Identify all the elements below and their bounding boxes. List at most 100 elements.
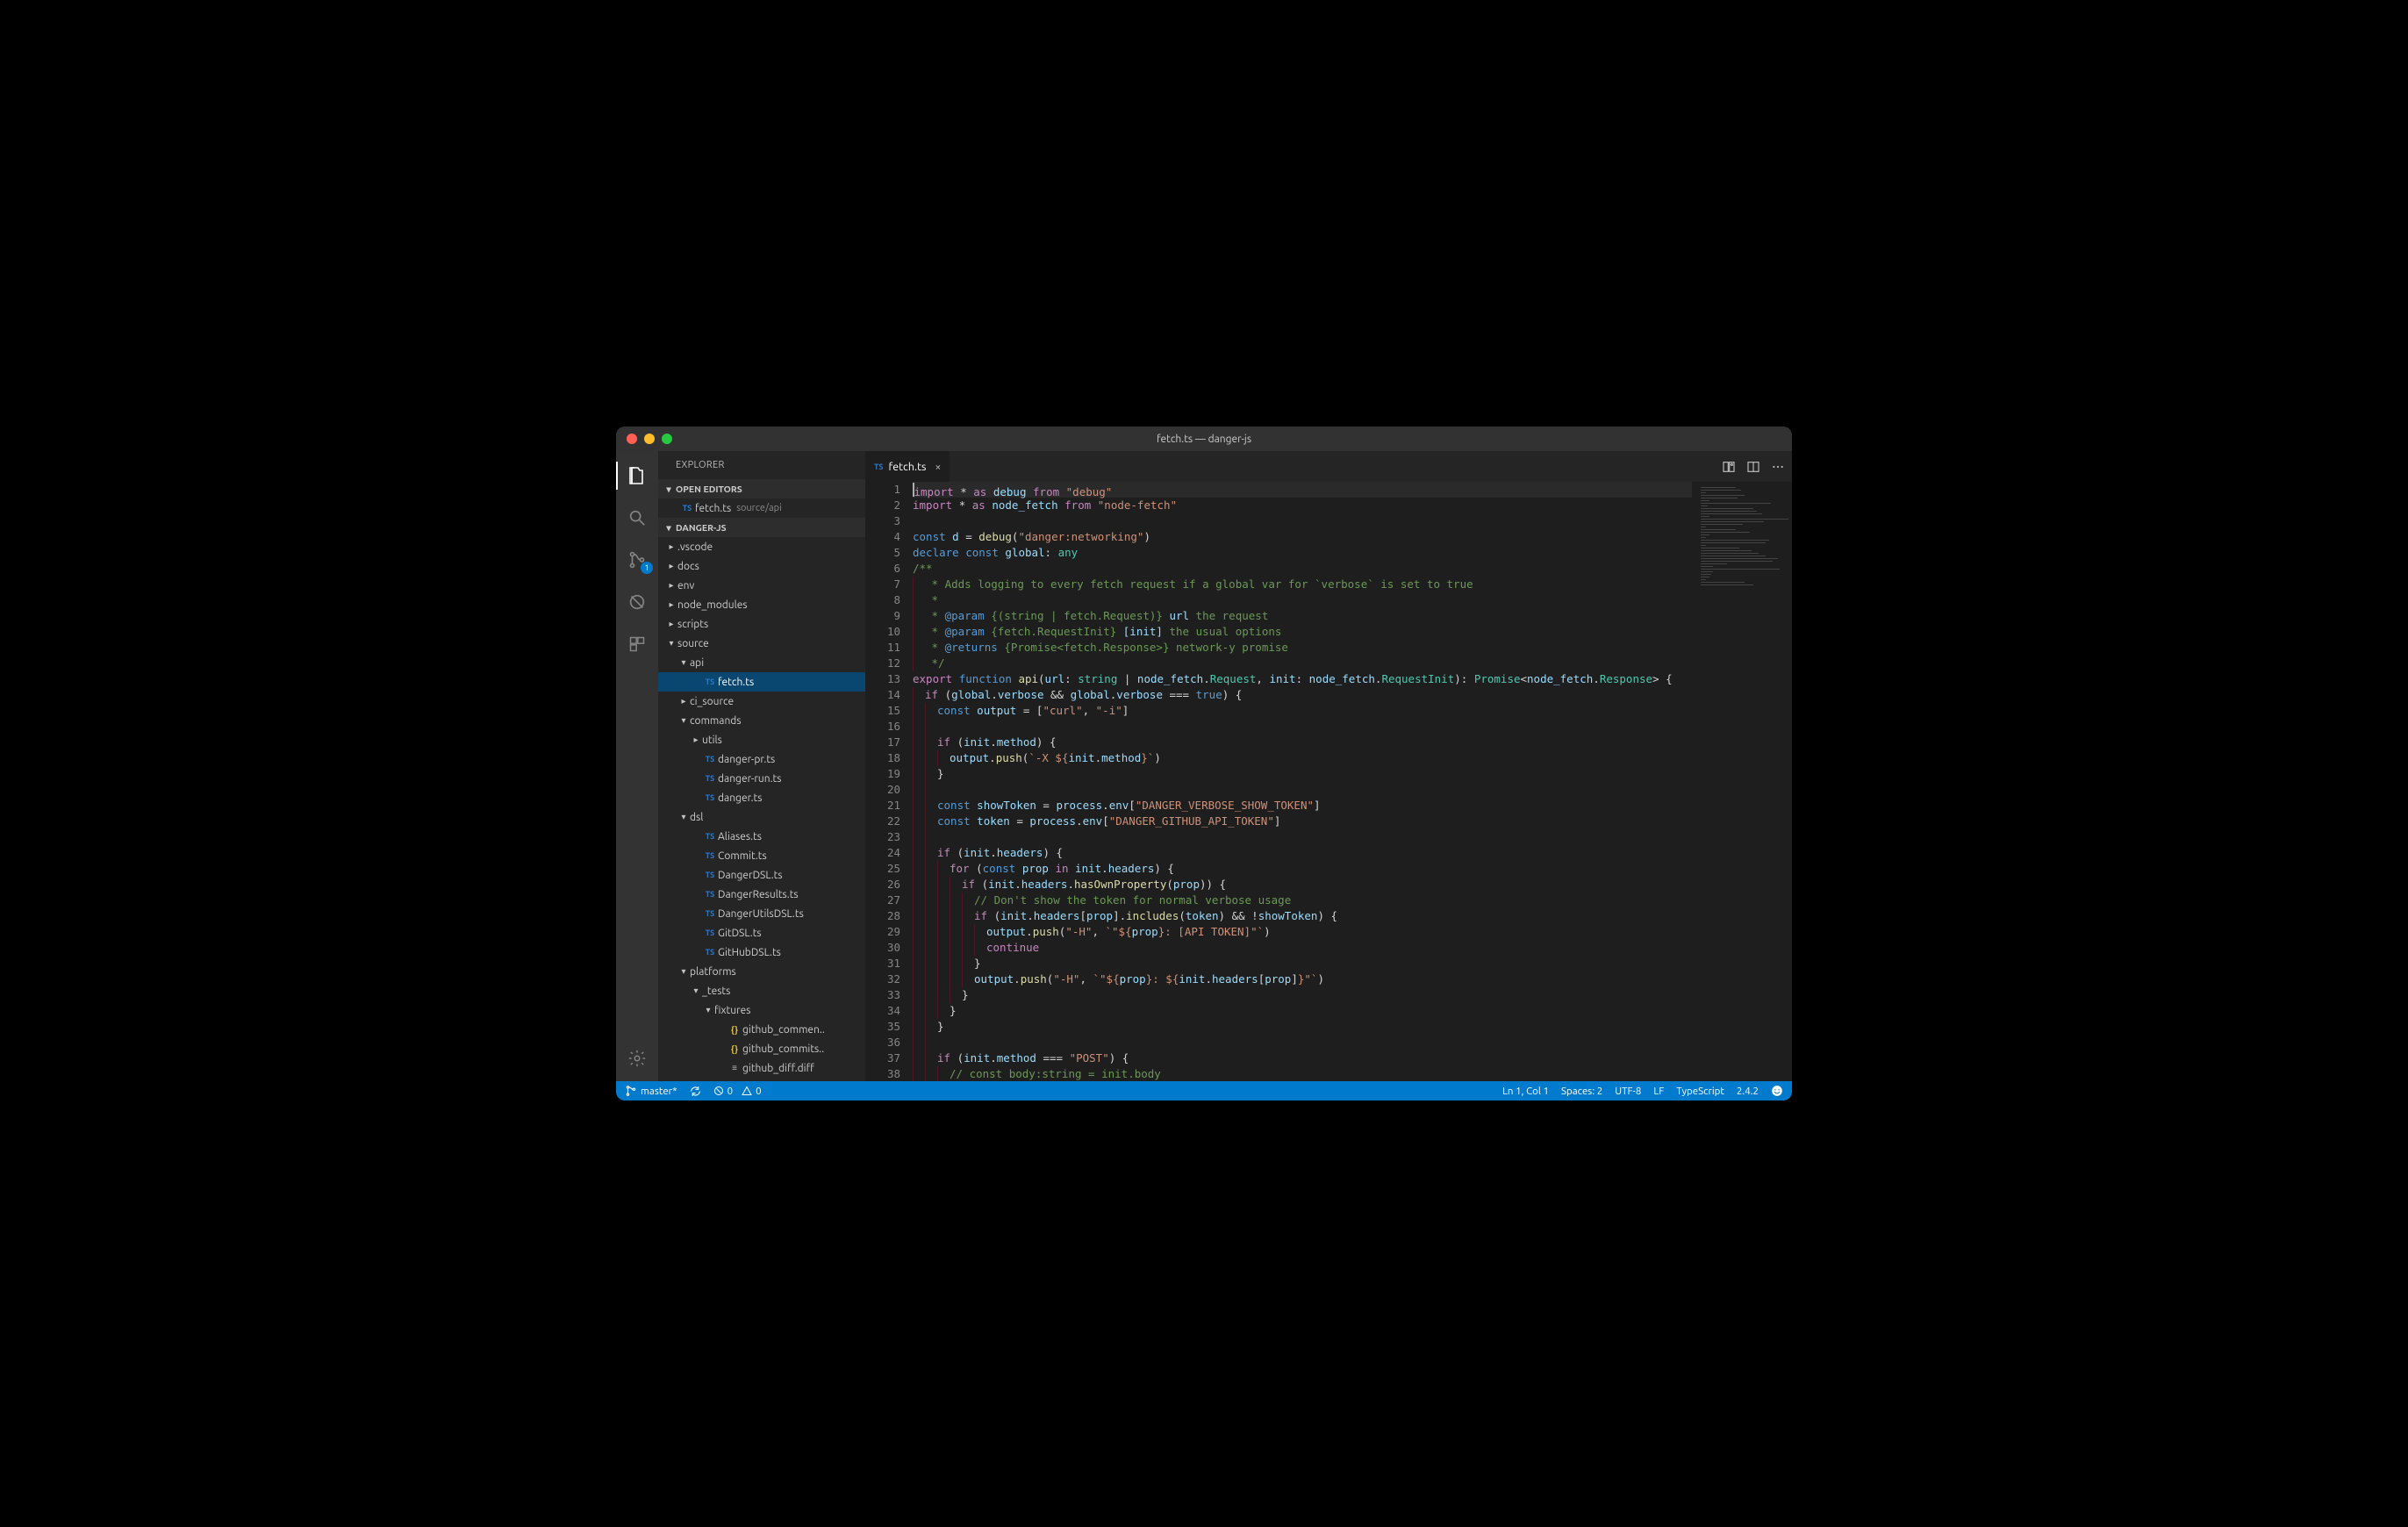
code-editor[interactable]: 1234567891011121314151617181920212223242… [865,482,1695,1081]
file-item[interactable]: TSDangerUtilsDSL.ts [658,904,865,923]
line-number-gutter: 1234567891011121314151617181920212223242… [865,482,913,1081]
chevron-down-icon: ▾ [662,484,676,495]
tree-item-label: github_commen.. [742,1024,825,1036]
file-tree[interactable]: ▸.vscode▸docs▸env▸node_modules▸scripts▾s… [658,537,865,1081]
code-content[interactable]: import * as debug from "debug"import * a… [913,482,1695,1081]
chevron-right-icon: ▸ [665,580,677,591]
file-item[interactable]: TSDangerDSL.ts [658,865,865,885]
encoding-status[interactable]: UTF-8 [1615,1086,1641,1097]
ts-file-icon: TS [702,928,718,937]
language-mode-status[interactable]: TypeScript [1676,1086,1724,1097]
eol-status[interactable]: LF [1653,1086,1664,1097]
tab-bar: TS fetch.ts × [865,451,1792,482]
more-actions-icon[interactable] [1771,460,1785,474]
file-item[interactable]: TSdanger.ts [658,788,865,807]
folder-item[interactable]: ▸.vscode [658,537,865,556]
debug-icon[interactable] [616,584,658,620]
folder-item[interactable]: ▸env [658,576,865,595]
problems-status[interactable]: 0 0 [713,1086,762,1097]
file-item[interactable]: TSGitDSL.ts [658,923,865,943]
file-item[interactable]: TSAliases.ts [658,827,865,846]
close-tab-icon[interactable]: × [935,461,941,473]
folder-item[interactable]: ▾dsl [658,807,865,827]
chevron-right-icon: ▸ [665,541,677,552]
tree-item-label: danger-run.ts [718,773,781,785]
search-icon[interactable] [616,500,658,535]
file-item[interactable]: {}github_commen.. [658,1020,865,1039]
chevron-right-icon: ▸ [690,735,702,745]
folder-item[interactable]: ▸utils [658,730,865,749]
traffic-lights [616,434,672,444]
ts-file-icon: TS [702,909,718,918]
folder-item[interactable]: ▾fixtures [658,1000,865,1020]
tree-item-label: Aliases.ts [718,831,762,842]
maximize-window-button[interactable] [662,434,672,444]
chevron-down-icon: ▾ [677,966,690,977]
chevron-down-icon: ▾ [677,715,690,726]
tree-item-label: api [690,657,704,669]
ts-file-icon: TS [702,755,718,764]
file-path-hint: source/api [736,503,782,513]
sidebar-title: EXPLORER [658,451,865,479]
file-item[interactable]: TSCommit.ts [658,846,865,865]
sync-status[interactable] [690,1086,701,1097]
vscode-window: fetch.ts — danger-js 1 [616,427,1792,1100]
explorer-icon[interactable] [616,458,658,493]
chevron-down-icon: ▾ [665,638,677,649]
file-item[interactable]: TSdanger-pr.ts [658,749,865,769]
typescript-file-icon: TS [874,462,884,471]
folder-item[interactable]: ▾platforms [658,962,865,981]
open-editor-item[interactable]: TSfetch.tssource/api [658,498,865,518]
project-header[interactable]: ▾ DANGER-JS [658,518,865,537]
tree-item-label: commands [690,715,742,727]
tree-item-label: source [677,638,709,649]
tree-item-label: GitDSL.ts [718,928,762,939]
folder-item[interactable]: ▾commands [658,711,865,730]
tree-item-label: danger-pr.ts [718,754,775,765]
file-item[interactable]: TSfetch.ts [658,672,865,692]
minimize-window-button[interactable] [644,434,655,444]
tree-item-label: _tests [702,986,730,997]
settings-gear-icon[interactable] [616,1041,658,1076]
extensions-icon[interactable] [616,627,658,662]
source-control-icon[interactable]: 1 [616,542,658,577]
chevron-right-icon: ▸ [665,561,677,571]
folder-item[interactable]: ▸node_modules [658,595,865,614]
open-editors-header[interactable]: ▾ OPEN EDITORS [658,479,865,498]
close-window-button[interactable] [627,434,637,444]
folder-item[interactable]: ▸scripts [658,614,865,634]
status-bar: master* 0 0 Ln 1, Col 1 Spaces: 2 UTF-8 … [616,1081,1792,1100]
activity-bar: 1 [616,451,658,1081]
feedback-icon[interactable] [1771,1085,1783,1097]
cursor-position-status[interactable]: Ln 1, Col 1 [1502,1086,1549,1097]
titlebar[interactable]: fetch.ts — danger-js [616,427,1792,451]
compare-changes-icon[interactable] [1722,460,1736,474]
diff-file-icon: ≡ [727,1063,742,1073]
file-item[interactable]: {}github_commits.. [658,1039,865,1058]
ts-file-icon: TS [702,832,718,841]
tree-item-label: DangerUtilsDSL.ts [718,908,804,920]
ts-file-icon: TS [702,793,718,802]
json-file-icon: {} [727,1044,742,1054]
git-branch-status[interactable]: master* [625,1085,677,1097]
folder-item[interactable]: ▾source [658,634,865,653]
typescript-file-icon: TS [679,504,695,513]
typescript-version-status[interactable]: 2.4.2 [1737,1086,1759,1097]
folder-item[interactable]: ▸docs [658,556,865,576]
folder-item[interactable]: ▾_tests [658,981,865,1000]
minimap[interactable] [1695,482,1792,1081]
folder-item[interactable]: ▸ci_source [658,692,865,711]
file-item[interactable]: ≡github_diff.diff [658,1058,865,1078]
file-item[interactable]: TSGitHubDSL.ts [658,943,865,962]
json-file-icon: {} [727,1025,742,1035]
tab-fetch-ts[interactable]: TS fetch.ts × [865,451,950,482]
split-editor-icon[interactable] [1746,460,1760,474]
file-item[interactable]: TSdanger-run.ts [658,769,865,788]
folder-item[interactable]: ▾api [658,653,865,672]
indentation-status[interactable]: Spaces: 2 [1561,1086,1602,1097]
tree-item-label: DangerResults.ts [718,889,799,900]
tree-item-label: github_diff.diff [742,1063,814,1074]
sidebar: EXPLORER ▾ OPEN EDITORS TSfetch.tssource… [658,451,865,1081]
file-item[interactable]: TSDangerResults.ts [658,885,865,904]
editor-area: TS fetch.ts × [865,451,1792,1081]
